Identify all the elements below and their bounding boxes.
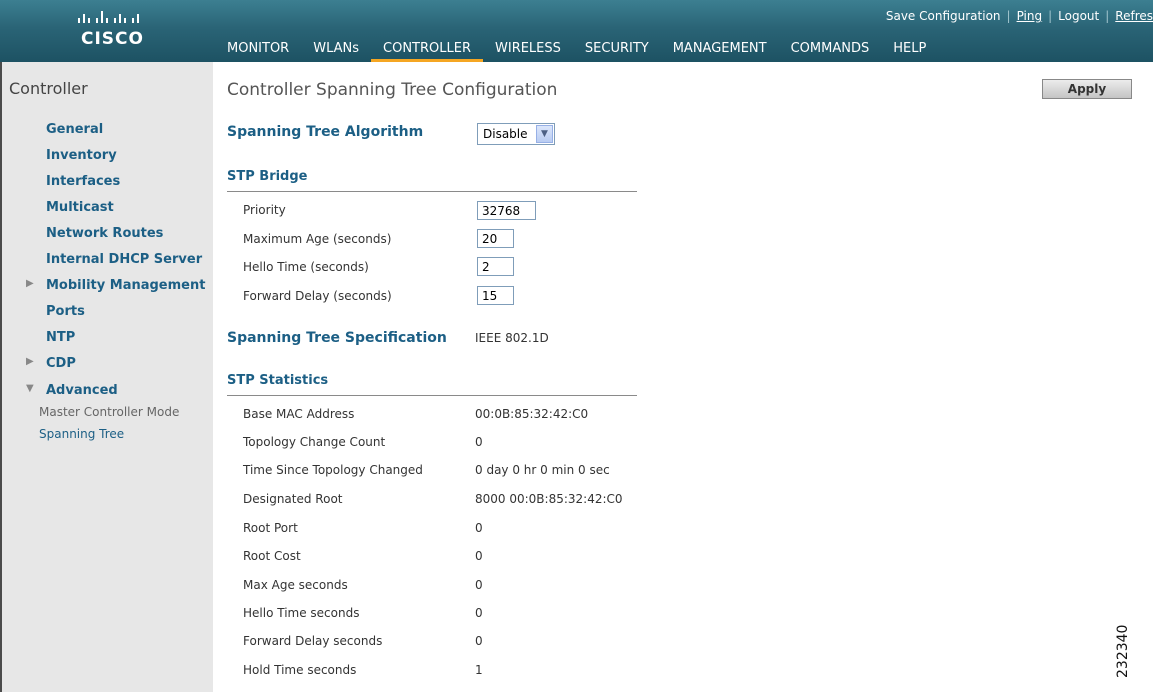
stat-value: 0: [475, 606, 483, 620]
nav-help[interactable]: HELP: [881, 38, 938, 60]
sidebar-title: Controller: [9, 79, 88, 98]
sidebar-item-multicast[interactable]: Multicast: [46, 200, 114, 215]
sidebar-item-cdp[interactable]: ▶ CDP: [26, 356, 76, 371]
nav-commands[interactable]: COMMANDS: [779, 38, 882, 60]
stp-spec-value: IEEE 802.1D: [475, 331, 549, 345]
stp-statistics-heading: STP Statistics: [227, 373, 329, 388]
stat-value: 1: [475, 663, 483, 677]
sidebar-item-advanced[interactable]: ▼ Advanced: [26, 383, 118, 398]
nav-wireless[interactable]: WIRELESS: [483, 38, 573, 60]
logo-wordmark: CISCO: [81, 29, 144, 49]
sidebar-item-internal-dhcp-server[interactable]: Internal DHCP Server: [46, 252, 202, 267]
stat-label: Hold Time seconds: [243, 663, 357, 677]
stat-label: Topology Change Count: [243, 435, 386, 449]
sidebar-item-interfaces[interactable]: Interfaces: [46, 174, 120, 189]
sidebar-item-label: CDP: [46, 356, 76, 371]
nav-management[interactable]: MANAGEMENT: [661, 38, 779, 60]
stp-algorithm-label: Spanning Tree Algorithm: [227, 124, 424, 140]
section-divider: [227, 395, 637, 396]
sidebar-subitem-spanning-tree[interactable]: Spanning Tree: [39, 427, 124, 441]
collapse-arrow-icon[interactable]: ▼: [26, 383, 34, 394]
chevron-down-icon[interactable]: ▼: [536, 125, 553, 143]
max-age-label: Maximum Age (seconds): [243, 232, 392, 246]
priority-input[interactable]: [477, 201, 536, 220]
top-header-bar: CISCO Save Configuration | Ping | Logout | Ref…: [0, 0, 1153, 62]
left-sidebar: Controller General Inventory Interfaces …: [0, 62, 213, 692]
top-links: Save Configuration | Ping | Logout | Refres: [885, 9, 1153, 23]
page-title: Controller Spanning Tree Configuration: [227, 80, 558, 100]
nav-security[interactable]: SECURITY: [573, 38, 661, 60]
stat-value: 0: [475, 435, 483, 449]
sidebar-item-network-routes[interactable]: Network Routes: [46, 226, 163, 241]
stat-label: Root Cost: [243, 549, 301, 563]
sidebar-item-label: Advanced: [46, 383, 118, 398]
expand-arrow-icon[interactable]: ▶: [26, 356, 34, 367]
sidebar-subitem-master-controller-mode[interactable]: Master Controller Mode: [39, 405, 179, 419]
stp-algorithm-select[interactable]: Disable ▼: [477, 123, 555, 145]
stp-spec-label: Spanning Tree Specification: [227, 330, 447, 346]
section-divider: [227, 191, 637, 192]
stat-label: Hello Time seconds: [243, 606, 360, 620]
sidebar-item-mobility-management[interactable]: ▶ Mobility Management: [26, 278, 206, 293]
sidebar-item-ports[interactable]: Ports: [46, 304, 85, 319]
ping-link[interactable]: Ping: [1017, 9, 1043, 23]
stat-value: 0: [475, 634, 483, 648]
nav-wlans[interactable]: WLANs: [301, 38, 371, 60]
forward-delay-label: Forward Delay (seconds): [243, 289, 392, 303]
stat-value: 0: [475, 578, 483, 592]
nav-monitor[interactable]: MONITOR: [227, 38, 301, 60]
priority-label: Priority: [243, 203, 286, 217]
logout-link[interactable]: Logout: [1058, 9, 1099, 23]
figure-number: 232340: [1115, 624, 1131, 678]
stat-value: 8000 00:0B:85:32:42:C0: [475, 492, 623, 506]
stat-label: Max Age seconds: [243, 578, 348, 592]
sidebar-item-label: Mobility Management: [46, 278, 206, 293]
cisco-logo-bars-icon: [78, 11, 139, 23]
stat-value: 0: [475, 549, 483, 563]
cisco-logo: CISCO: [70, 9, 155, 55]
stat-label: Time Since Topology Changed: [243, 463, 423, 477]
stat-label: Designated Root: [243, 492, 343, 506]
stat-label: Base MAC Address: [243, 407, 355, 421]
expand-arrow-icon[interactable]: ▶: [26, 278, 34, 289]
sidebar-item-inventory[interactable]: Inventory: [46, 148, 117, 163]
nav-controller[interactable]: CONTROLLER: [371, 38, 483, 62]
stat-value: 0: [475, 521, 483, 535]
hello-time-input[interactable]: [477, 257, 514, 276]
stat-value: 0 day 0 hr 0 min 0 sec: [475, 463, 610, 477]
stat-label: Forward Delay seconds: [243, 634, 383, 648]
stat-value: 00:0B:85:32:42:C0: [475, 407, 589, 421]
forward-delay-input[interactable]: [477, 286, 514, 305]
stp-algorithm-value: Disable: [483, 127, 528, 141]
hello-time-label: Hello Time (seconds): [243, 260, 369, 274]
save-configuration-link[interactable]: Save Configuration: [886, 9, 1001, 23]
stp-bridge-heading: STP Bridge: [227, 169, 308, 184]
main-nav: MONITOR WLANs CONTROLLER WIRELESS SECURITY MA…: [227, 38, 938, 62]
sidebar-item-general[interactable]: General: [46, 122, 103, 137]
max-age-input[interactable]: [477, 229, 514, 248]
refresh-link[interactable]: Refres: [1115, 9, 1153, 23]
apply-button[interactable]: Apply: [1042, 79, 1132, 99]
sidebar-item-ntp[interactable]: NTP: [46, 330, 75, 345]
stat-label: Root Port: [243, 521, 298, 535]
